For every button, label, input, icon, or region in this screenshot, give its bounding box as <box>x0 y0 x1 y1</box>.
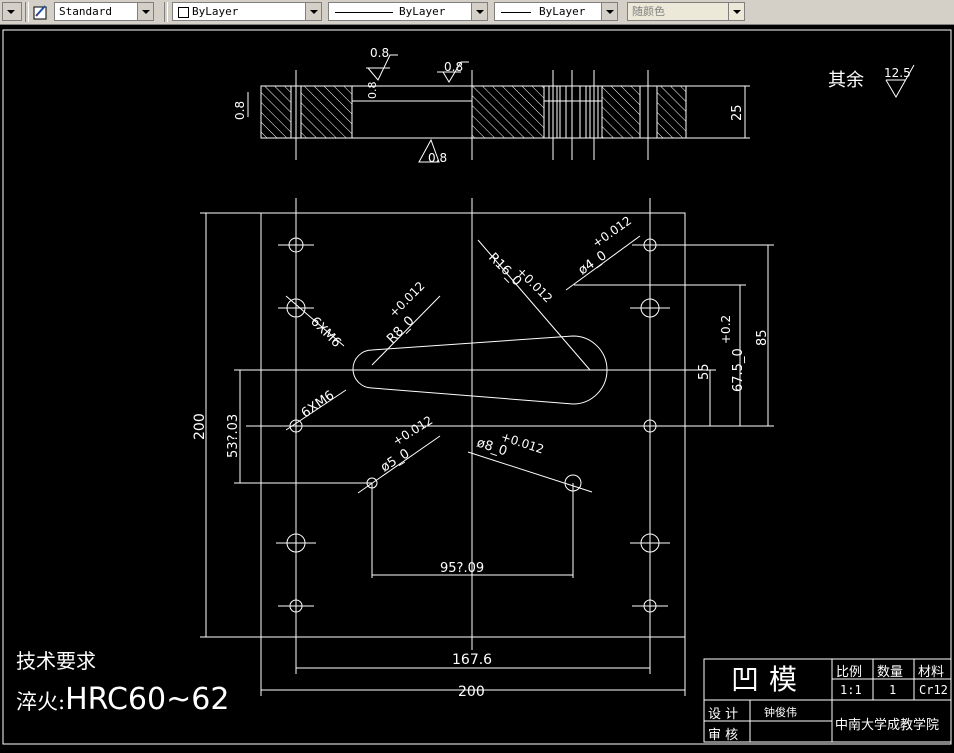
quantity-value: 1 <box>889 683 897 697</box>
dimension-text: 95?.09 <box>440 561 484 576</box>
dimension-text: 200 <box>458 684 485 700</box>
tolerance-text: +0.2 <box>719 315 733 344</box>
roughness-label: 0.8 <box>370 46 389 60</box>
dimension-text: 167.6 <box>452 652 492 668</box>
roughness-value: 12.5 <box>884 66 911 80</box>
tolerance-text: +0.012 <box>390 413 435 448</box>
diameter-callout: ø4_0 <box>576 248 610 278</box>
radius-callout: R8_0 <box>384 314 417 347</box>
roughness-note: 其余 <box>828 70 864 91</box>
quantity-label: 数量 <box>877 665 904 680</box>
dimension-text: 25 <box>730 104 745 121</box>
section-view <box>247 54 750 163</box>
designer-name: 钟俊伟 <box>764 706 797 719</box>
quench-value: HRC60~62 <box>65 682 230 717</box>
roughness-label: 0.8 <box>233 101 247 120</box>
quench-note: 淬火:HRC60~62 <box>16 682 229 717</box>
dimension-text: 200 <box>192 413 208 440</box>
dimension-text: 67.5_0 <box>731 348 746 392</box>
dimension-text: 85 <box>755 329 770 346</box>
tech-requirements-title: 技术要求 <box>16 649 96 673</box>
quench-label: 淬火: <box>16 690 66 714</box>
material-label: 材料 <box>918 665 945 680</box>
material-value: Cr12 <box>919 683 948 697</box>
scale-label: 比例 <box>836 665 863 680</box>
tolerance-text: +0.012 <box>514 264 555 305</box>
thread-callout: 6XM6 <box>307 314 344 351</box>
review-label: 审 核 <box>708 728 739 743</box>
cad-drawing-canvas[interactable]: 0.8 0.8 0.8 0.8 0.8 25 其余 12.5 200 53?.0… <box>0 0 954 753</box>
school-name: 中南大学成教学院 <box>835 718 940 733</box>
roughness-label: 0.8 <box>444 60 463 74</box>
diameter-callout: ø5_0 <box>378 446 412 475</box>
dimension-text: 53?.03 <box>226 414 241 458</box>
roughness-label: 0.8 <box>366 82 379 100</box>
scale-value: 1:1 <box>840 683 862 697</box>
thread-callout: 6XM6 <box>299 388 338 421</box>
roughness-label: 0.8 <box>428 151 447 165</box>
dimension-text: 55 <box>697 363 712 380</box>
design-label: 设 计 <box>708 707 739 722</box>
part-title: 凹模 <box>730 663 807 696</box>
